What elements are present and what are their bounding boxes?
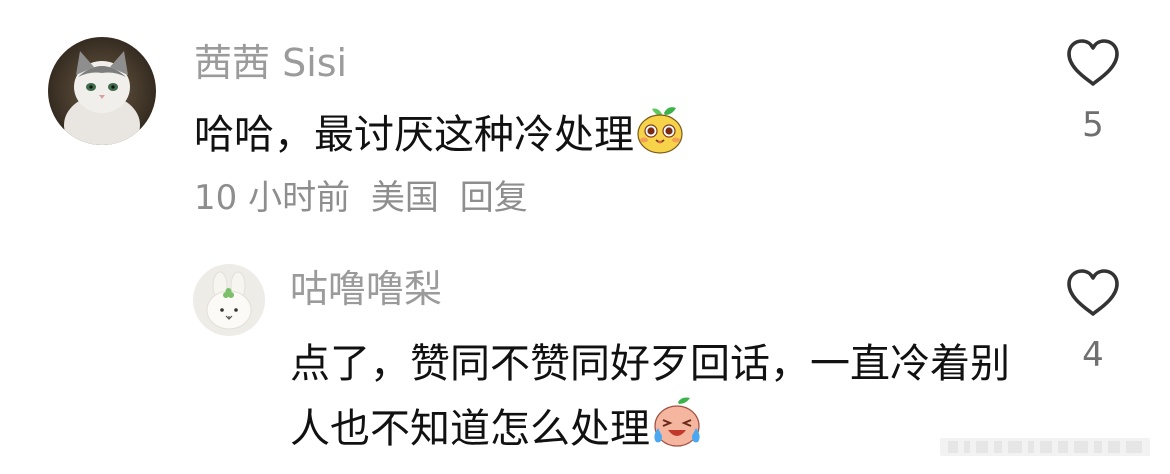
comment-author[interactable]: 咕噜噜梨 [290,264,442,314]
cat-avatar-image [48,37,156,145]
comment-location: 美国 [370,178,439,218]
sprout-face-emoji-icon [634,104,686,169]
heart-outline-icon [1067,39,1119,86]
like-count: 5 [1082,105,1104,145]
comment-time: 10 小时前 [194,178,351,218]
comment-text: 哈哈，最讨厌这种冷处理 [194,104,686,169]
comment-meta: 10 小时前 美国 回复 [194,175,538,221]
crying-face-emoji-icon [650,396,704,469]
avatar[interactable] [48,37,156,145]
like-button[interactable]: 4 [1060,268,1126,388]
reply-button[interactable]: 回复 [460,178,528,218]
avatar[interactable] [193,264,265,336]
like-button[interactable]: 5 [1060,38,1126,158]
comment-text: 点了，赞同不赞同好歹回话，一直冷着别人也不知道怎么处理 [290,332,1010,469]
comment-author[interactable]: 茜茜 Sisi [194,38,347,88]
bunny-avatar-image [193,264,265,336]
watermark-logo [940,438,1150,456]
like-count: 4 [1082,335,1104,375]
comment-text-content: 哈哈，最讨厌这种冷处理 [194,112,634,158]
heart-outline-icon [1067,269,1119,316]
